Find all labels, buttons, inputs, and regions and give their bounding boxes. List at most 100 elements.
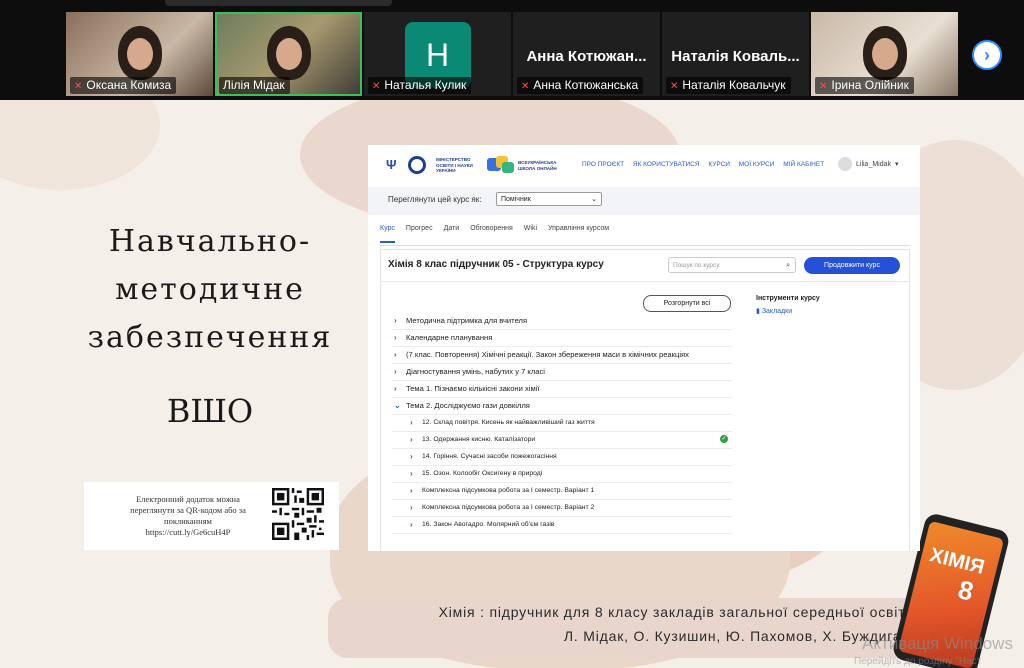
caret-down-icon: ▾ [895, 161, 899, 168]
avatar [838, 157, 852, 171]
participant-name: Анна Котюжанська [533, 78, 639, 92]
outline-label: Календарне планування [406, 333, 493, 342]
chevron-right-icon: › [410, 486, 413, 495]
divider [380, 245, 910, 246]
participant-tile[interactable]: H ✕ Наталья Кулик [364, 12, 511, 96]
course-tools-title: Інструменти курсу [756, 295, 820, 302]
outline-label: Комплексна підсумкова робота за І семест… [422, 487, 595, 494]
mic-off-icon: ✕ [819, 81, 828, 92]
bookmarks-link[interactable]: ▮ Закладки [756, 307, 792, 315]
tab-dates[interactable]: Дати [444, 225, 460, 243]
ministry-logo-icon [408, 156, 426, 174]
course-tabs: Курс Прогрес Дати Обговорення Wiki Управ… [380, 225, 609, 243]
nav-my-courses[interactable]: МОЇ КУРСИ [739, 161, 775, 168]
chevron-right-icon: › [410, 503, 413, 512]
course-search-input[interactable]: Пошук по курсу ⌕ [668, 257, 796, 273]
view-as-select[interactable]: Помічник ⌄ [496, 192, 602, 206]
participant-tile[interactable]: ✕ Ірина Олійник [811, 12, 958, 96]
chevron-right-icon: › [410, 435, 413, 444]
chevron-right-icon: › [410, 469, 413, 478]
outline-label: Методична підтримка для вчителя [406, 316, 528, 325]
outline-section[interactable]: › (7 клас. Повторення) Хімічні реакції. З… [392, 347, 732, 364]
user-name: Lilia_Midak [856, 160, 892, 168]
caption-line-2: Л. Мідак, О. Кузишин, Ю. Пахомов, Х. Буж… [563, 628, 910, 644]
course-title: Хімія 8 клас підручник 05 - Структура ку… [388, 259, 604, 270]
chevron-down-icon: ⌄ [394, 401, 401, 410]
nav-about[interactable]: ПРО ПРОЄКТ [582, 161, 624, 168]
outline-subsection[interactable]: › 15. Озон. Колообіг Оксигену в природі [392, 466, 732, 483]
slide-title: Навчально- методичне забезпечення [87, 224, 333, 355]
participant-video [117, 26, 162, 80]
mic-off-icon: ✕ [74, 81, 83, 92]
continue-course-button[interactable]: Продовжити курс [804, 257, 900, 274]
outline-section[interactable]: › Методична підтримка для вчителя [392, 313, 732, 330]
slide-subtitle: ВШО [166, 392, 254, 430]
course-outline: › Методична підтримка для вчителя › Календа… [392, 313, 732, 534]
tab-course-management[interactable]: Управління курсом [548, 225, 609, 243]
participant-tile[interactable]: Наталія Коваль... ✕ Наталія Ковальчук [662, 12, 809, 96]
divider [380, 281, 910, 282]
phone-cover-title: ХІМІЯ [927, 544, 987, 579]
chevron-right-icon: › [394, 350, 397, 359]
bookmark-icon: ▮ [756, 308, 760, 315]
caption-line-1: Хімія : підручник для 8 класу закладів з… [438, 604, 914, 620]
participant-video [862, 26, 907, 80]
expand-all-button[interactable]: Розгорнути всі [643, 295, 731, 312]
search-icon[interactable]: ⌕ [786, 258, 790, 274]
participant-video [266, 26, 311, 80]
outline-section[interactable]: › Календарне планування [392, 330, 732, 347]
windows-activation-hint: Перейдіть до розділу "Наст [854, 656, 982, 667]
outline-label: Тема 1. Пізнаємо кількісні закони хімії [406, 384, 540, 393]
outline-label: Тема 2. Досліджуємо гази довкілля [406, 401, 530, 410]
qr-code-icon [272, 488, 324, 540]
outline-subsection[interactable]: › 16. Закон Авогадро. Молярний об’єм газі… [392, 517, 732, 534]
participant-name: Оксана Комиза [86, 78, 172, 92]
nav-how-to[interactable]: ЯК КОРИСТУВАТИСЯ [633, 161, 700, 168]
chevron-right-icon: › [410, 452, 413, 461]
participant-name: Ірина Олійник [831, 78, 909, 92]
tab-wiki[interactable]: Wiki [524, 225, 537, 243]
nav-courses[interactable]: КУРСИ [708, 161, 730, 168]
qr-note-text: Електронний додаток можна переглянути за… [130, 494, 246, 537]
participant-tile-active-speaker[interactable]: Лілія Мідак [215, 12, 362, 96]
chevron-right-icon: › [410, 520, 413, 529]
outline-subsection[interactable]: › 12. Склад повітря. Кисень як найважливі… [392, 415, 732, 432]
chevron-right-icon: › [410, 418, 413, 427]
mic-off-icon: ✕ [670, 81, 679, 92]
outline-label: Комплексна підсумкова робота за І семест… [422, 504, 595, 511]
participant-name: Наталія Ковальчук [682, 78, 786, 92]
chevron-right-icon: › [394, 367, 397, 376]
user-menu[interactable]: Lilia_Midak ▾ [838, 157, 899, 171]
chevron-right-icon: › [394, 384, 397, 393]
view-as-bar: Переглянути цей курс як: Помічник ⌄ [368, 187, 920, 215]
participant-display-name: Наталія Коваль... [671, 48, 800, 65]
outline-section[interactable]: ⌄ Тема 2. Досліджуємо гази довкілля [392, 398, 732, 415]
completed-check-icon: ✓ [720, 435, 728, 443]
tab-course[interactable]: Курс [380, 225, 395, 243]
outline-label: 15. Озон. Колообіг Оксигену в природі [422, 470, 543, 477]
nav-my-cabinet[interactable]: МІЙ КАБІНЕТ [783, 161, 824, 168]
outline-section[interactable]: › Тема 1. Пізнаємо кількісні закони хімії [392, 381, 732, 398]
outline-label: 14. Горіння. Сучасні засоби пожежогасінн… [422, 453, 557, 460]
outline-label: 12. Склад повітря. Кисень як найважливіш… [422, 419, 595, 426]
outline-label: 16. Закон Авогадро. Молярний об’єм газів [422, 521, 555, 528]
tab-discussion[interactable]: Обговорення [470, 225, 513, 243]
participants-strip: ✕ Оксана Комиза Лілія Мідак H ✕ Наталья Ку… [0, 0, 1024, 100]
windows-activation-watermark: Активація Windows [862, 634, 1013, 653]
outline-subsection[interactable]: › 14. Горіння. Сучасні засоби пожежогасін… [392, 449, 732, 466]
school-online-text: ВСЕУКРАЇНСЬКА ШКОЛА ОНЛАЙН [518, 160, 557, 171]
outline-subsection[interactable]: › Комплексна підсумкова робота за І семес… [392, 483, 732, 500]
chevron-right-icon: › [394, 333, 397, 342]
mic-off-icon: ✕ [372, 81, 381, 92]
top-bar-handle[interactable] [165, 0, 392, 6]
outline-subsection[interactable]: › 13. Одержання кисню. Каталізатори ✓ [392, 432, 732, 449]
next-participants-button[interactable]: › [972, 40, 1002, 70]
chevron-down-icon: ⌄ [591, 196, 597, 203]
outline-subsection[interactable]: › Комплексна підсумкова робота за І семес… [392, 500, 732, 517]
course-page-screenshot: Ψ МІНІСТЕРСТВО ОСВІТИ І НАУКИ УКРАЇНИ ВС… [368, 145, 920, 551]
view-as-label: Переглянути цей курс як: [388, 195, 482, 204]
outline-section[interactable]: › Діагностування умінь, набутих у 7 класі [392, 364, 732, 381]
participant-tile[interactable]: Анна Котюжан... ✕ Анна Котюжанська [513, 12, 660, 96]
tab-progress[interactable]: Прогрес [406, 225, 433, 243]
participant-tile[interactable]: ✕ Оксана Комиза [66, 12, 213, 96]
